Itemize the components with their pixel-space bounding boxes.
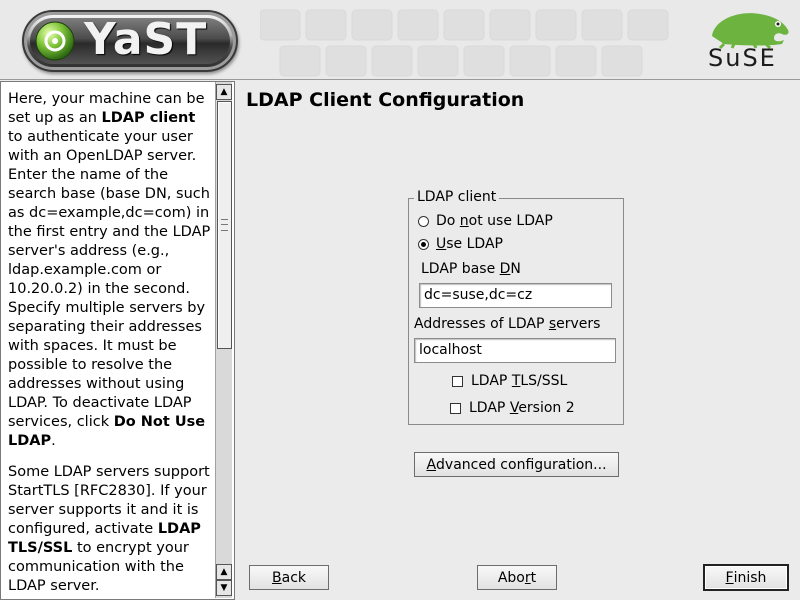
ldap-version2-checkbox-row[interactable]: LDAP Version 2 xyxy=(450,400,575,416)
tls-ssl-checkbox[interactable] xyxy=(452,375,463,387)
help-text: Here, your machine can be set up as an L… xyxy=(8,90,213,599)
radio-use-ldap-label: Use LDAP xyxy=(436,236,503,252)
tls-ssl-checkbox-row[interactable]: LDAP TLS/SSL xyxy=(452,373,567,389)
help-bold-text: LDAP client xyxy=(101,110,196,126)
scroll-down-icon: ▲ xyxy=(220,567,228,577)
back-button[interactable]: Back xyxy=(249,565,329,590)
scroll-up-button[interactable]: ▲ xyxy=(216,84,232,100)
ldap-client-group-label: LDAP client xyxy=(414,189,500,205)
radio-do-not-use-ldap-label: Do not use LDAP xyxy=(436,213,553,229)
finish-button[interactable]: Finish xyxy=(703,564,789,591)
advanced-configuration-button[interactable]: Advanced configuration... xyxy=(414,452,619,477)
radio-button[interactable] xyxy=(418,238,429,250)
scroll-down-button-2[interactable]: ▼ xyxy=(216,580,232,596)
help-paragraph: Here, your machine can be set up as an L… xyxy=(8,90,213,451)
radio-do-not-use-ldap[interactable]: Do not use LDAP xyxy=(418,213,553,229)
tls-ssl-label: LDAP TLS/SSL xyxy=(471,373,568,389)
abort-button[interactable]: Abo r t xyxy=(477,565,557,590)
ldap-version2-checkbox[interactable] xyxy=(450,402,461,414)
radio-button[interactable] xyxy=(418,215,429,227)
scroll-down-button[interactable]: ▲ xyxy=(216,564,232,580)
scroll-up-icon: ▲ xyxy=(220,87,228,97)
help-text-run: . xyxy=(51,433,56,449)
help-panel[interactable]: Here, your machine can be set up as an L… xyxy=(0,81,235,600)
base-dn-label: LDAP base DN xyxy=(421,261,521,277)
ldap-servers-input[interactable]: localhost xyxy=(414,338,616,363)
page-title: LDAP Client Configuration xyxy=(246,89,525,111)
ldap-client-group xyxy=(408,198,624,425)
ldap-servers-label: Addresses of LDAP servers xyxy=(414,316,601,332)
scroll-thumb[interactable] xyxy=(217,101,232,349)
scroll-down-icon: ▼ xyxy=(220,583,228,593)
keyboard-watermark-icon xyxy=(260,9,669,77)
header-banner: YaST SuSE xyxy=(0,0,800,80)
yast-logo-icon xyxy=(35,21,75,61)
suse-logo-text: SuSE xyxy=(708,44,777,72)
grip-icon xyxy=(221,219,228,231)
ldap-version2-label: LDAP Version 2 xyxy=(469,400,575,416)
yast-logo-text: YaST xyxy=(84,14,208,65)
help-text-run: to authenticate your user with an OpenLD… xyxy=(8,129,211,430)
base-dn-input[interactable]: dc=suse,dc=cz xyxy=(419,283,612,308)
yast-logo: YaST xyxy=(22,10,238,72)
help-scrollbar[interactable]: ▲ ▲ ▼ xyxy=(215,82,232,598)
help-paragraph: Some LDAP servers support StartTLS [RFC2… xyxy=(8,463,213,596)
radio-use-ldap[interactable]: Use LDAP xyxy=(418,236,503,252)
